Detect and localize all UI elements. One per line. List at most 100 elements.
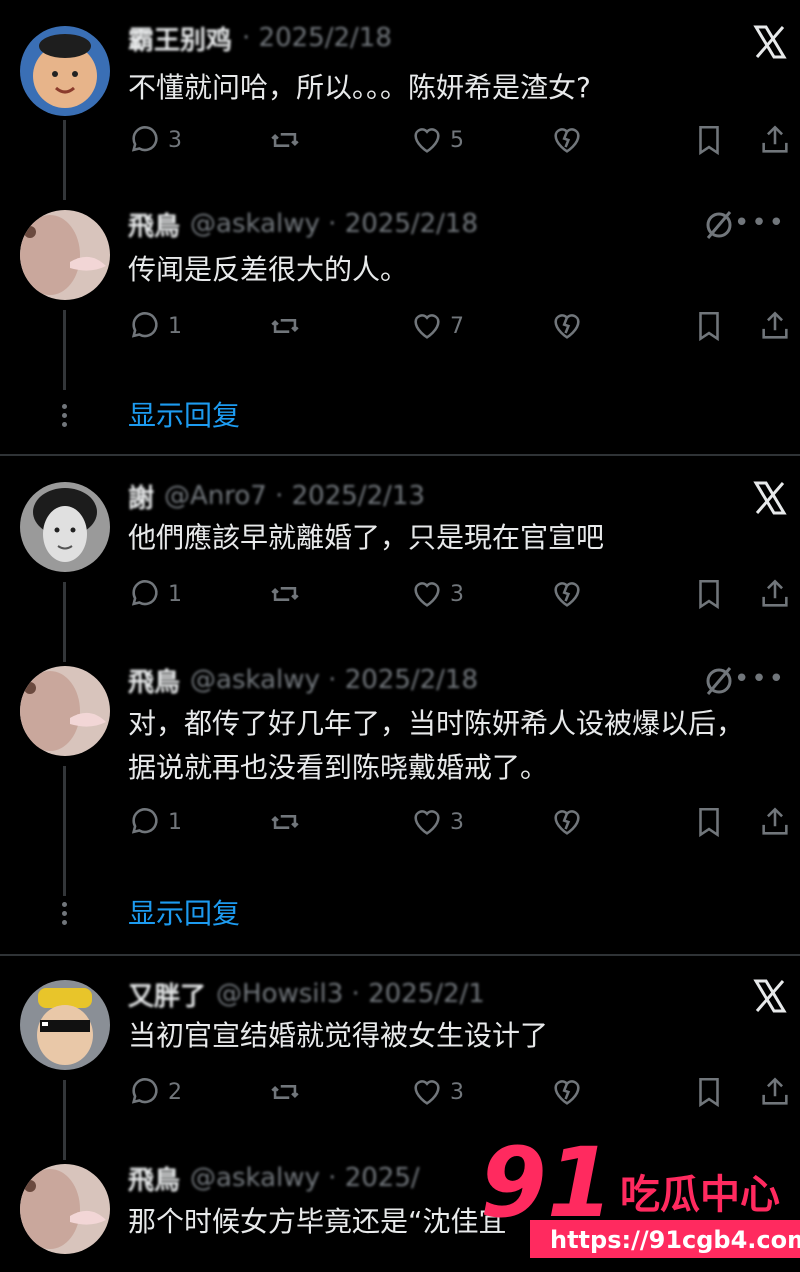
watermark-logo: 91 吃瓜中心 https://91cgb4.com <box>470 1127 800 1268</box>
tweet-text: 当初官宣结婚就觉得被女生设计了 <box>128 1019 549 1052</box>
avatar[interactable] <box>20 1164 110 1254</box>
tweet-text: 不懂就问哈，所以。。。陈妍希是渣女? <box>128 71 591 104</box>
dislike-button[interactable] <box>550 574 584 614</box>
thread-line <box>63 120 66 200</box>
tweet-3[interactable]: 謝 @Anro7 · 2025/2/13 他們應該早就離婚了，只是現在官宣吧 1… <box>0 458 800 662</box>
action-bar: 2 3 <box>128 1072 800 1112</box>
reply-button[interactable]: 1 <box>128 574 182 614</box>
heart-icon <box>414 810 440 835</box>
author-name[interactable]: 謝 <box>128 478 154 515</box>
reply-button[interactable]: 2 <box>128 1072 182 1112</box>
avatar[interactable] <box>20 666 110 756</box>
retweet-icon <box>271 815 299 829</box>
author-handle-date: @askalwy · 2025/ <box>190 1163 420 1193</box>
x-logo-icon <box>753 979 787 1013</box>
heart-icon <box>414 314 440 339</box>
bookmark-button[interactable] <box>692 120 726 160</box>
grok-icon[interactable] <box>702 208 736 242</box>
like-count: 3 <box>450 1079 464 1105</box>
reply-count: 2 <box>168 1079 182 1105</box>
like-count: 7 <box>450 313 464 339</box>
x-logo-icon <box>753 25 787 59</box>
like-button[interactable]: 7 <box>410 306 464 346</box>
bookmark-button[interactable] <box>692 574 726 614</box>
like-button[interactable]: 3 <box>410 802 464 842</box>
share-button[interactable] <box>758 802 792 842</box>
dislike-button[interactable] <box>550 1072 584 1112</box>
retweet-icon <box>271 1085 299 1099</box>
share-icon <box>762 125 788 153</box>
reply-icon <box>131 808 158 834</box>
like-button[interactable]: 5 <box>410 120 464 160</box>
bookmark-button[interactable] <box>692 802 726 842</box>
bookmark-button[interactable] <box>692 306 726 346</box>
thread-divider <box>0 454 800 456</box>
show-replies-link[interactable]: 显示回复 <box>128 394 240 434</box>
show-replies-link[interactable]: 显示回复 <box>128 892 240 932</box>
reply-count: 1 <box>168 581 182 607</box>
avatar[interactable] <box>20 26 110 116</box>
tweet-header: 飛鳥 @askalwy · 2025/2/18 <box>128 660 478 700</box>
tweet-4[interactable]: 飛鳥 @askalwy · 2025/2/18 ••• 对，都传了好几年了，当时… <box>0 648 800 952</box>
reply-icon <box>131 126 158 152</box>
grok-icon[interactable] <box>702 664 736 698</box>
broken-heart-icon <box>554 314 580 339</box>
like-count: 3 <box>450 809 464 835</box>
thread-line <box>63 766 66 896</box>
more-options-icon[interactable]: ••• <box>734 208 786 238</box>
share-icon <box>762 1077 788 1105</box>
retweet-button[interactable] <box>268 802 302 842</box>
like-button[interactable]: 3 <box>410 574 464 614</box>
retweet-button[interactable] <box>268 574 302 614</box>
like-button[interactable]: 3 <box>410 1072 464 1112</box>
dislike-button[interactable] <box>550 120 584 160</box>
reply-icon <box>131 580 158 606</box>
reply-count: 3 <box>168 127 182 153</box>
reply-button[interactable]: 3 <box>128 120 182 160</box>
share-icon <box>762 311 788 339</box>
heart-icon <box>414 1080 440 1105</box>
reply-icon <box>131 1078 158 1104</box>
tweet-text: 他們應該早就離婚了，只是現在官宣吧 <box>128 521 605 554</box>
share-button[interactable] <box>758 1072 792 1112</box>
action-bar: 1 7 <box>128 306 800 346</box>
share-button[interactable] <box>758 574 792 614</box>
tweet-2[interactable]: 飛鳥 @askalwy · 2025/2/18 ••• 传闻是反差很大的人。 1… <box>0 190 800 452</box>
dislike-button[interactable] <box>550 802 584 842</box>
bookmark-icon <box>699 125 719 156</box>
share-button[interactable] <box>758 120 792 160</box>
author-name[interactable]: 飛鳥 <box>128 206 180 243</box>
reply-button[interactable]: 1 <box>128 306 182 346</box>
tweet-header: 霸王别鸡 · 2025/2/18 <box>128 18 392 58</box>
bookmark-icon <box>699 807 719 838</box>
avatar[interactable] <box>20 980 110 1070</box>
share-button[interactable] <box>758 306 792 346</box>
retweet-button[interactable] <box>268 1072 302 1112</box>
author-name[interactable]: 飛鳥 <box>128 662 180 699</box>
reply-button[interactable]: 1 <box>128 802 182 842</box>
author-name[interactable]: 霸王别鸡 <box>128 20 232 57</box>
dislike-button[interactable] <box>550 306 584 346</box>
like-count: 3 <box>450 581 464 607</box>
action-bar: 1 3 <box>128 802 800 842</box>
avatar[interactable] <box>20 482 110 572</box>
author-name[interactable]: 飛鳥 <box>128 1160 180 1197</box>
author-name[interactable]: 又胖了 <box>128 976 206 1013</box>
bookmark-button[interactable] <box>692 1072 726 1112</box>
x-logo-icon <box>753 481 787 515</box>
action-bar: 1 3 <box>128 574 800 614</box>
avatar[interactable] <box>20 210 110 300</box>
retweet-button[interactable] <box>268 306 302 346</box>
tweet-1[interactable]: 霸王别鸡 · 2025/2/18 不懂就问哈，所以。。。陈妍希是渣女? 3 5 <box>0 0 800 200</box>
action-bar: 3 5 <box>128 120 800 160</box>
author-handle-date: @Anro7 · 2025/2/13 <box>164 481 425 511</box>
retweet-icon <box>271 587 299 601</box>
more-options-icon[interactable]: ••• <box>734 664 786 694</box>
tweet-header: 謝 @Anro7 · 2025/2/13 <box>128 476 425 516</box>
tweet-5[interactable]: 又胖了 @Howsil3 · 2025/2/1 当初官宣结婚就觉得被女生设计了 … <box>0 958 800 1160</box>
broken-heart-icon <box>554 1080 580 1105</box>
retweet-button[interactable] <box>268 120 302 160</box>
broken-heart-icon <box>554 128 580 153</box>
tweet-text: 对，都传了好几年了，当时陈妍希人设被爆以后，据说就再也没看到陈晓戴婚戒了。 <box>128 707 745 784</box>
thread-divider <box>0 954 800 956</box>
